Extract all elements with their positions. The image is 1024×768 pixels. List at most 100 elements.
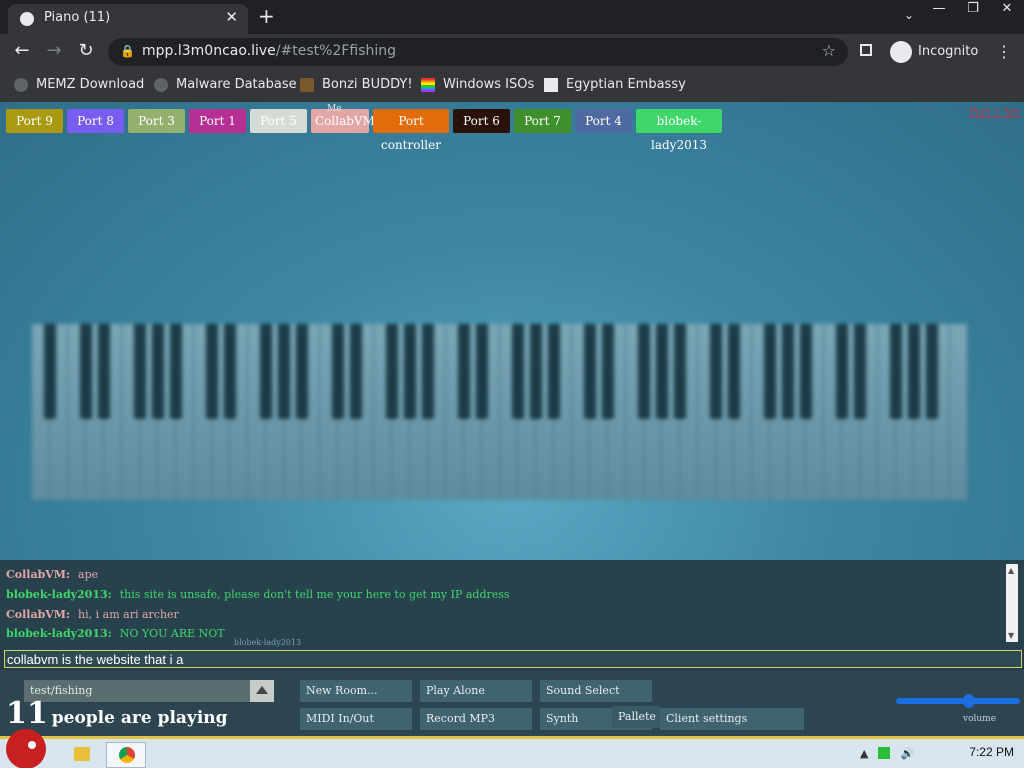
black-key[interactable] — [800, 324, 812, 419]
network-icon[interactable] — [878, 747, 891, 759]
black-key[interactable] — [710, 324, 722, 419]
chat-name: blobek-lady2013: — [6, 588, 112, 601]
port-button[interactable]: blobek-lady2013 — [636, 109, 722, 152]
black-key[interactable] — [134, 324, 146, 419]
port-button[interactable]: Port 5 — [250, 109, 307, 133]
black-key[interactable] — [386, 324, 398, 419]
black-key[interactable] — [656, 324, 668, 419]
black-key[interactable] — [278, 324, 290, 419]
port-button[interactable]: Port 8 — [67, 109, 124, 133]
bookmark-item[interactable]: Windows ISOs — [421, 77, 534, 92]
black-key[interactable] — [458, 324, 470, 419]
bookmark-star-icon[interactable]: ☆ — [822, 41, 836, 60]
pallete-button[interactable]: Pallete — [612, 706, 660, 728]
black-key[interactable] — [350, 324, 362, 419]
play-alone-button[interactable]: Play Alone — [420, 680, 532, 702]
port-button[interactable]: Port 1 — [189, 109, 246, 133]
back-arrow-icon[interactable]: ← — [10, 40, 34, 61]
black-key[interactable] — [80, 324, 92, 419]
new-room-button[interactable]: New Room... — [300, 680, 412, 702]
black-key[interactable] — [584, 324, 596, 419]
chrome-taskbar-icon[interactable] — [106, 742, 146, 768]
port-button[interactable]: CollabVM Me — [311, 104, 375, 133]
volume-slider[interactable] — [896, 694, 1020, 708]
chat-message: blobek-lady2013: NO YOU ARE NOT — [6, 627, 225, 640]
black-key[interactable] — [728, 324, 740, 419]
incognito-badge[interactable]: Incognito — [888, 39, 980, 65]
restore-button[interactable]: ❐ — [956, 0, 990, 20]
close-window-button[interactable]: ✕ — [990, 0, 1024, 20]
tab-close-icon[interactable]: ✕ — [225, 8, 238, 26]
scroll-up-icon[interactable]: ▲ — [1008, 566, 1014, 575]
port-label: Port 9 — [16, 114, 53, 128]
black-key[interactable] — [98, 324, 110, 419]
bookmark-item[interactable]: Malware Database — [154, 77, 297, 92]
black-key[interactable] — [170, 324, 182, 419]
reload-icon[interactable]: ↻ — [74, 40, 98, 61]
people-count: 11 people are playing — [6, 696, 228, 731]
black-key[interactable] — [332, 324, 344, 419]
port-button[interactable]: Port controller — [373, 109, 449, 152]
bookmark-item[interactable]: Egyptian Embassy — [544, 77, 686, 92]
black-key[interactable] — [476, 324, 488, 419]
new-tab-button[interactable]: + — [258, 4, 275, 28]
midi-button[interactable]: MIDI In/Out — [300, 708, 412, 730]
chat-input[interactable]: collabvm is the website that i a — [4, 650, 1022, 668]
port-button[interactable]: Port 4 — [575, 109, 632, 133]
scroll-down-icon[interactable]: ▼ — [1008, 631, 1014, 640]
black-key[interactable] — [548, 324, 560, 419]
volume-tray-icon[interactable]: 🔊 — [900, 747, 914, 760]
bookmark-label: Malware Database — [176, 77, 297, 92]
browser-tab[interactable]: Piano (11) ✕ — [8, 4, 248, 34]
record-mp3-button[interactable]: Record MP3 — [420, 708, 532, 730]
chat-text: hi, i am ari archer — [78, 608, 179, 621]
black-key[interactable] — [674, 324, 686, 419]
black-key[interactable] — [512, 324, 524, 419]
explorer-icon[interactable] — [62, 742, 102, 768]
bookmark-item[interactable]: MEMZ Download — [14, 77, 144, 92]
black-key[interactable] — [422, 324, 434, 419]
sound-select-button[interactable]: Sound Select — [540, 680, 652, 702]
room-dropdown-icon[interactable] — [250, 680, 274, 702]
bookmark-item[interactable]: Bonzi BUDDY! — [300, 77, 413, 92]
black-key[interactable] — [782, 324, 794, 419]
black-key[interactable] — [764, 324, 776, 419]
black-key[interactable] — [224, 324, 236, 419]
port-button[interactable]: Port 3 — [128, 109, 185, 133]
black-key[interactable] — [530, 324, 542, 419]
piano-keyboard[interactable] — [32, 324, 968, 500]
clock[interactable]: 7:22 PM — [969, 745, 1014, 759]
black-key[interactable] — [296, 324, 308, 419]
black-key[interactable] — [602, 324, 614, 419]
side-panel-icon[interactable] — [860, 44, 872, 56]
bookmark-label: Bonzi BUDDY! — [322, 77, 413, 92]
side-link[interactable]: Port 1 Set — [969, 107, 1020, 118]
tray-expand-icon[interactable]: ▲ — [860, 747, 868, 760]
black-key[interactable] — [908, 324, 920, 419]
port-button[interactable]: Port 6 — [453, 109, 510, 133]
typing-name-tag: blobek-lady2013 — [234, 638, 302, 647]
volume-knob[interactable] — [963, 694, 976, 708]
black-key[interactable] — [260, 324, 272, 419]
port-button[interactable]: Port 9 — [6, 109, 63, 133]
black-key[interactable] — [638, 324, 650, 419]
client-settings-button[interactable]: Client settings — [660, 708, 804, 730]
port-button[interactable]: Port 7 — [514, 109, 571, 133]
black-key[interactable] — [404, 324, 416, 419]
black-key[interactable] — [206, 324, 218, 419]
white-key[interactable] — [950, 324, 968, 500]
start-button-bird-icon[interactable] — [6, 729, 46, 768]
address-bar[interactable]: 🔒 mpp.l3m0ncao.live/#test%2Ffishing ☆ — [108, 38, 848, 66]
black-key[interactable] — [926, 324, 938, 419]
tab-search-icon[interactable]: ⌄ — [904, 8, 914, 22]
black-key[interactable] — [854, 324, 866, 419]
black-key[interactable] — [890, 324, 902, 419]
forward-arrow-icon[interactable]: → — [42, 40, 66, 61]
chat-scrollbar[interactable]: ▲ ▼ — [1006, 564, 1018, 642]
black-key[interactable] — [152, 324, 164, 419]
lock-icon[interactable]: 🔒 — [120, 44, 135, 58]
browser-menu-icon[interactable]: ⋮ — [996, 42, 1012, 61]
black-key[interactable] — [836, 324, 848, 419]
minimize-button[interactable]: — — [922, 0, 956, 20]
black-key[interactable] — [44, 324, 56, 419]
